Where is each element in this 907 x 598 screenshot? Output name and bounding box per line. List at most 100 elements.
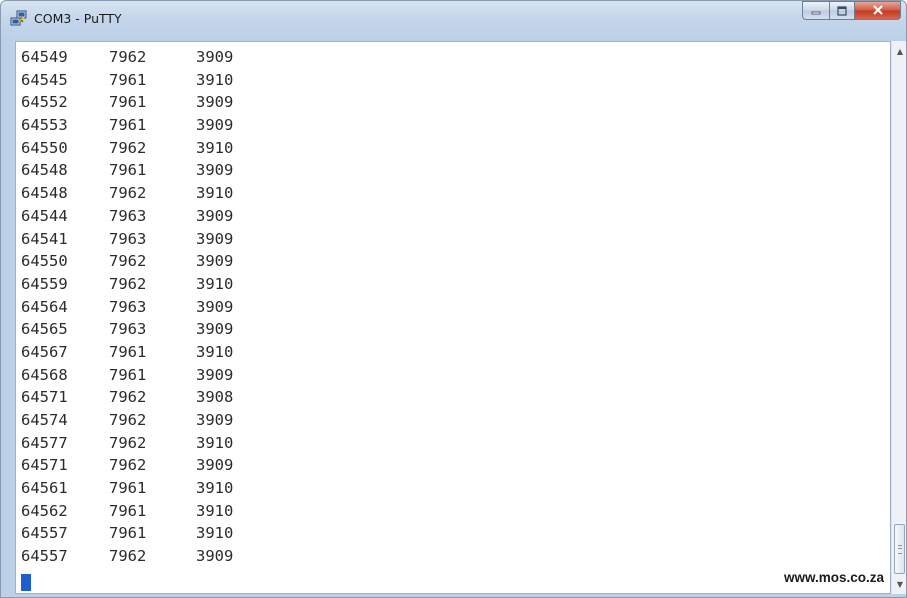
terminal-value: 7962 <box>109 138 147 157</box>
terminal-value: 64565 <box>21 320 68 339</box>
terminal-line: 64561 7961 3910 <box>21 477 256 500</box>
maximize-icon <box>837 1 847 20</box>
putty-icon[interactable] <box>10 10 28 28</box>
terminal-line: 64550 7962 3909 <box>21 250 256 273</box>
watermark: www.mos.co.za <box>783 570 884 585</box>
title-bar[interactable]: COM3 - PuTTY <box>1 1 906 41</box>
terminal-line: 64562 7961 3910 <box>21 500 256 523</box>
terminal-value: 3910 <box>196 501 234 520</box>
scrollbar-thumb[interactable] <box>894 524 905 574</box>
terminal-value: 64550 <box>21 252 68 271</box>
terminal-value: 3910 <box>196 479 234 498</box>
terminal-value: 64541 <box>21 229 68 248</box>
terminal-line: 64550 7962 3910 <box>21 137 256 160</box>
terminal-value: 3909 <box>196 229 234 248</box>
terminal-value: 64577 <box>21 433 68 452</box>
scroll-up-arrow-icon[interactable]: ▲ <box>892 43 906 59</box>
terminal-line: 64557 7961 3910 <box>21 522 256 545</box>
terminal-value: 3910 <box>196 138 234 157</box>
terminal-area[interactable]: 64549 7962 3909 64545 7961 3910 64552 7961 3909 6… <box>15 41 891 594</box>
terminal-value: 64548 <box>21 184 68 203</box>
terminal-line: 64568 7961 3909 <box>21 364 256 387</box>
terminal-value: 64557 <box>21 547 68 566</box>
minimize-icon <box>811 1 821 20</box>
terminal-value: 7961 <box>109 365 147 384</box>
terminal-value: 7961 <box>109 93 147 112</box>
terminal-line: 64541 7963 3909 <box>21 228 256 251</box>
terminal-output: 64549 7962 3909 64545 7961 3910 64552 7961 3909 6… <box>21 46 256 568</box>
terminal-value: 3909 <box>196 252 234 271</box>
terminal-value: 64571 <box>21 388 68 407</box>
terminal-value: 3909 <box>196 320 234 339</box>
terminal-value: 3909 <box>196 48 234 66</box>
terminal-line: 64549 7962 3909 <box>21 46 256 69</box>
terminal-line: 64564 7963 3909 <box>21 296 256 319</box>
terminal-value: 64564 <box>21 297 68 316</box>
terminal-value: 64568 <box>21 365 68 384</box>
terminal-value: 7961 <box>109 116 147 135</box>
terminal-line: 64557 7962 3909 <box>21 545 256 568</box>
minimize-button[interactable] <box>802 1 829 20</box>
terminal-value: 3910 <box>196 70 234 89</box>
terminal-value: 64544 <box>21 206 68 225</box>
terminal-value: 7962 <box>109 184 147 203</box>
terminal-line: 64571 7962 3908 <box>21 386 256 409</box>
terminal-value: 3910 <box>196 184 234 203</box>
terminal-value: 64571 <box>21 456 68 475</box>
terminal-line: 64553 7961 3909 <box>21 114 256 137</box>
terminal-value: 7962 <box>109 252 147 271</box>
terminal-value: 3909 <box>196 206 234 225</box>
terminal-value: 3909 <box>196 411 234 429</box>
terminal-value: 3910 <box>196 524 234 543</box>
terminal-value: 7962 <box>109 48 147 66</box>
terminal-value: 3910 <box>196 433 234 452</box>
terminal-value: 64562 <box>21 501 68 520</box>
terminal-value: 64553 <box>21 116 68 135</box>
text-cursor <box>21 574 31 591</box>
terminal-value: 7962 <box>109 456 147 475</box>
terminal-value: 64559 <box>21 274 68 293</box>
window-title: COM3 - PuTTY <box>34 11 122 26</box>
terminal-line: 64559 7962 3910 <box>21 273 256 296</box>
terminal-line: 64548 7962 3910 <box>21 182 256 205</box>
close-icon <box>872 1 884 20</box>
terminal-value: 64557 <box>21 524 68 543</box>
terminal-value: 64574 <box>21 411 68 429</box>
terminal-value: 3909 <box>196 547 234 566</box>
terminal-value: 7962 <box>109 388 147 407</box>
terminal-line: 64548 7961 3909 <box>21 159 256 182</box>
terminal-value: 3909 <box>196 93 234 112</box>
scroll-down-arrow-icon[interactable]: ▼ <box>892 576 906 592</box>
grip-icon <box>898 545 902 554</box>
terminal-value: 7963 <box>109 320 147 339</box>
terminal-value: 3909 <box>196 456 234 475</box>
terminal-line: 64571 7962 3909 <box>21 454 256 477</box>
terminal-value: 64545 <box>21 70 68 89</box>
terminal-value: 7962 <box>109 433 147 452</box>
terminal-value: 64567 <box>21 342 68 361</box>
terminal-value: 7962 <box>109 411 147 429</box>
terminal-value: 7962 <box>109 274 147 293</box>
terminal-value: 7963 <box>109 206 147 225</box>
terminal-value: 3908 <box>196 388 234 407</box>
terminal-value: 64548 <box>21 161 68 180</box>
close-button[interactable] <box>855 1 901 20</box>
terminal-line: 64567 7961 3910 <box>21 341 256 364</box>
terminal-value: 7961 <box>109 501 147 520</box>
maximize-button[interactable] <box>829 1 855 20</box>
terminal-line: 64565 7963 3909 <box>21 318 256 341</box>
vertical-scrollbar[interactable]: ▲ ▼ <box>891 41 906 594</box>
window-controls <box>802 1 901 21</box>
terminal-value: 3909 <box>196 297 234 316</box>
terminal-line: 64574 7962 3909 <box>21 409 256 432</box>
terminal-line: 64577 7962 3910 <box>21 432 256 455</box>
terminal-value: 3909 <box>196 116 234 135</box>
terminal-line: 64552 7961 3909 <box>21 91 256 114</box>
terminal-value: 3909 <box>196 365 234 384</box>
terminal-line: 64544 7963 3909 <box>21 205 256 228</box>
terminal-value: 7961 <box>109 161 147 180</box>
terminal-value: 3910 <box>196 274 234 293</box>
terminal-value: 7963 <box>109 297 147 316</box>
terminal-value: 7961 <box>109 524 147 543</box>
terminal-value: 64549 <box>21 48 68 66</box>
